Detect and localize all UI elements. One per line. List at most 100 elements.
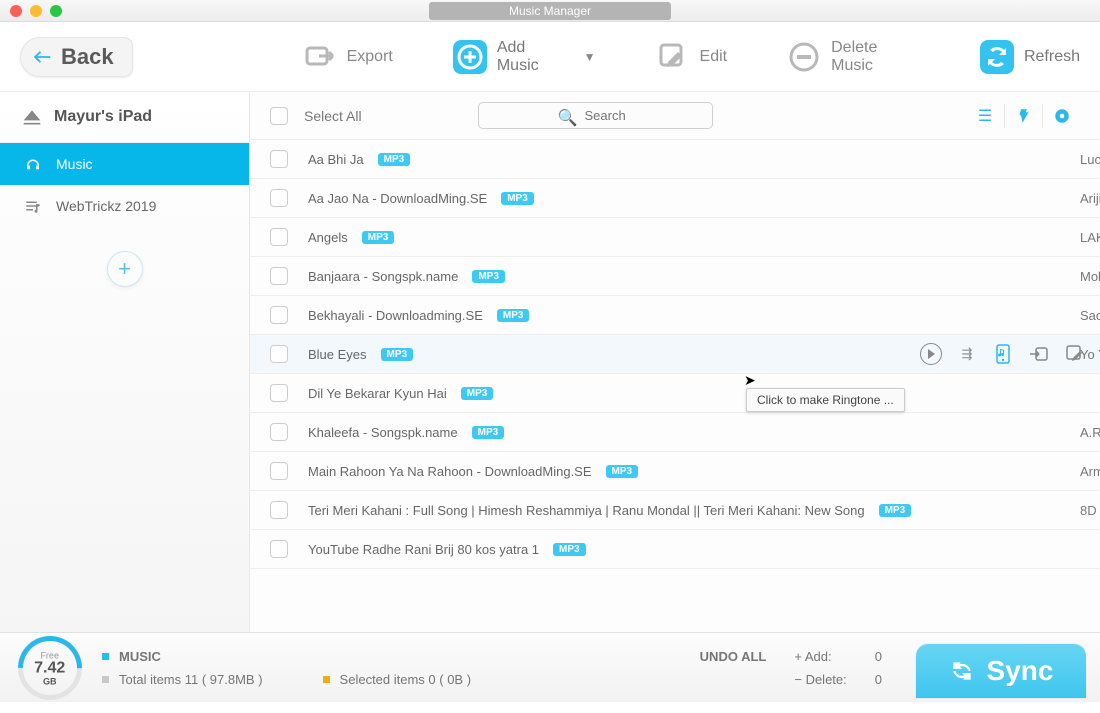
storage-gauge: Free 7.42 GB (5, 622, 96, 713)
window-maximize-button[interactable] (50, 5, 62, 17)
search-icon: 🔍 (558, 108, 578, 128)
sidebar-item-label: WebTrickz 2019 (56, 198, 156, 214)
window-close-button[interactable] (10, 5, 22, 17)
table-row[interactable]: YouTube Radhe Rani Brij 80 kos yatra 1 M… (250, 530, 1100, 569)
titlebar: Music Manager (0, 0, 1100, 22)
sidebar: Mayur's iPad Music WebTrickz 2019 + (0, 92, 250, 632)
music-category-label: MUSIC (119, 649, 161, 664)
selected-items-label: Selected items 0 ( 0B ) (340, 672, 472, 687)
toolbar: Back Export Add Music ▼ Edit Delete Musi… (0, 22, 1100, 92)
chevron-down-icon[interactable]: ▼ (584, 50, 596, 64)
row-checkbox[interactable] (270, 150, 288, 168)
refresh-button[interactable]: Refresh (980, 40, 1080, 74)
format-badge: MP3 (461, 387, 494, 400)
refresh-label: Refresh (1024, 48, 1080, 66)
song-title: Main Rahoon Ya Na Rahoon - DownloadMing.… (308, 464, 592, 479)
gauge-unit: GB (34, 676, 65, 686)
add-label: + Add: (794, 649, 831, 664)
song-artist: Yo Yo Hon... (1080, 347, 1100, 362)
undo-all-button[interactable]: UNDO ALL (700, 649, 767, 664)
sidebar-item-playlist[interactable]: WebTrickz 2019 (0, 185, 249, 227)
refresh-icon (980, 40, 1014, 74)
sync-icon (949, 658, 975, 684)
song-title: Bekhayali - Downloadming.SE (308, 308, 483, 323)
format-badge: MP3 (501, 192, 534, 205)
disc-icon[interactable] (1042, 104, 1080, 128)
device-name: Mayur's iPad (54, 108, 152, 126)
select-all-label: Select All (304, 108, 362, 124)
format-badge: MP3 (472, 426, 505, 439)
back-button[interactable]: Back (20, 37, 133, 77)
edit-button[interactable]: Edit (656, 40, 728, 74)
window-title: Music Manager (429, 2, 671, 20)
search-field[interactable]: 🔍 (478, 102, 713, 129)
song-title: YouTube Radhe Rani Brij 80 kos yatra 1 (308, 542, 539, 557)
ringtone-icon[interactable] (992, 343, 1014, 365)
delete-music-button[interactable]: Delete Music (787, 39, 920, 75)
total-items-label: Total items 11 ( 97.8MB ) (119, 672, 263, 687)
format-badge: MP3 (497, 309, 530, 322)
format-badge: MP3 (879, 504, 912, 517)
format-badge: MP3 (381, 348, 414, 361)
table-row[interactable]: Angels MP3 LAKEY INS... 04:18 (250, 218, 1100, 257)
table-row[interactable]: Khaleefa - Songspk.name MP3 A.R.Rahman L… (250, 413, 1100, 452)
table-row[interactable]: Bekhayali - Downloadming.SE MP3 Sachet T… (250, 296, 1100, 335)
add-playlist-button[interactable]: + (107, 251, 143, 287)
table-row[interactable]: Banjaara - Songspk.name MP3 Mohamme... M… (250, 257, 1100, 296)
delete-music-label: Delete Music (831, 39, 920, 75)
device-row[interactable]: Mayur's iPad (0, 92, 249, 143)
tooltip: Click to make Ringtone ... (746, 388, 905, 412)
table-row[interactable]: Teri Meri Kahani : Full Song | Himesh Re… (250, 491, 1100, 530)
export-button[interactable]: Export (303, 40, 393, 74)
table-row[interactable]: Dil Ye Bekarar Kyun Hai MP3 Players 04:3… (250, 374, 1100, 413)
add-music-icon (453, 40, 487, 74)
footer: Free 7.42 GB MUSIC Total items 11 ( 97.8… (0, 632, 1100, 702)
add-music-label: Add Music (497, 39, 568, 75)
sync-button[interactable]: Sync (916, 644, 1086, 698)
song-artist: Arijit Singh... (1080, 191, 1100, 206)
song-artist: 8D SOUNDS (1080, 503, 1100, 518)
cursor-icon: ➤ (744, 372, 756, 389)
table-row[interactable]: Aa Bhi Ja MP3 Lucky Ali Get Lucky -... 0… (250, 140, 1100, 179)
song-title: Teri Meri Kahani : Full Song | Himesh Re… (308, 503, 865, 518)
search-input[interactable] (478, 102, 713, 129)
row-checkbox[interactable] (270, 345, 288, 363)
table-row[interactable]: Aa Jao Na - DownloadMing.SE MP3 Arijit S… (250, 179, 1100, 218)
delete-icon (787, 40, 821, 74)
add-music-button[interactable]: Add Music ▼ (453, 39, 596, 75)
row-checkbox[interactable] (270, 189, 288, 207)
row-checkbox[interactable] (270, 501, 288, 519)
export-label: Export (347, 48, 393, 66)
song-artist: LAKEY INS... (1080, 230, 1100, 245)
song-title: Khaleefa - Songspk.name (308, 425, 458, 440)
play-icon[interactable] (920, 343, 942, 365)
row-checkbox[interactable] (270, 423, 288, 441)
song-title: Banjaara - Songspk.name (308, 269, 458, 284)
sidebar-item-label: Music (56, 156, 93, 172)
song-artist: Lucky Ali (1080, 152, 1100, 167)
row-checkbox[interactable] (270, 228, 288, 246)
row-checkbox[interactable] (270, 267, 288, 285)
format-badge: MP3 (378, 153, 411, 166)
select-all-checkbox[interactable] (270, 107, 288, 125)
device-icon (22, 108, 42, 126)
row-checkbox[interactable] (270, 540, 288, 558)
queue-icon[interactable]: ⇶ (956, 343, 978, 365)
back-label: Back (61, 44, 114, 70)
edit-label: Edit (700, 48, 728, 66)
song-title: Angels (308, 230, 348, 245)
export-row-icon[interactable] (1028, 343, 1050, 365)
song-artist: Sachet Tan... (1080, 308, 1100, 323)
row-checkbox[interactable] (270, 462, 288, 480)
delete-duplicates-icon[interactable] (1004, 104, 1042, 128)
row-checkbox[interactable] (270, 384, 288, 402)
table-row[interactable]: Main Rahoon Ya Na Rahoon - DownloadMing.… (250, 452, 1100, 491)
song-title: Aa Bhi Ja (308, 152, 364, 167)
table-row[interactable]: Blue Eyes MP3 ⇶ Yo Yo Hon... Blue Eyes -… (250, 335, 1100, 374)
gauge-value: 7.42 (34, 660, 65, 676)
sidebar-item-music[interactable]: Music (0, 143, 249, 185)
row-checkbox[interactable] (270, 306, 288, 324)
view-list-icon[interactable]: ☰ (966, 104, 1004, 128)
headphones-icon (24, 155, 42, 173)
window-minimize-button[interactable] (30, 5, 42, 17)
